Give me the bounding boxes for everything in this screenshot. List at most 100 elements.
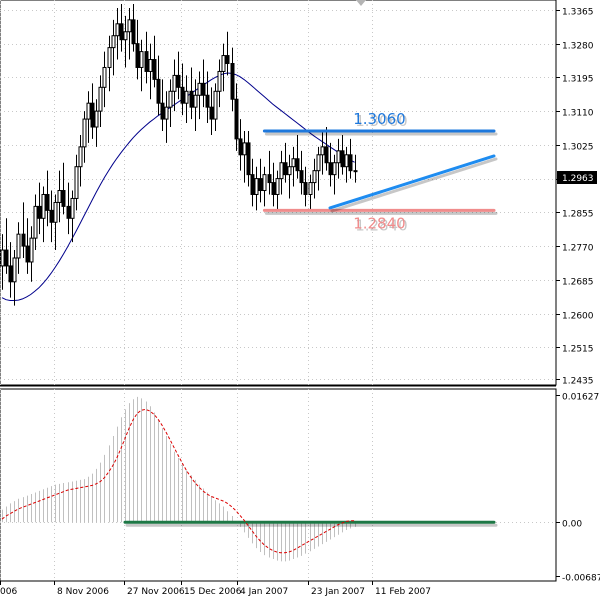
candle-body (0, 249, 5, 267)
candle-body (8, 265, 13, 283)
support-label: 1.2840 (353, 214, 406, 232)
candle-body (193, 94, 198, 108)
candle-body (61, 190, 66, 207)
candle-body (168, 90, 173, 108)
candle-body (184, 90, 189, 104)
candle-body (176, 74, 181, 88)
price-tick-label: 1.3110 (562, 109, 594, 119)
candle-body (262, 174, 267, 192)
candle-body (250, 174, 255, 195)
candle-body (152, 59, 157, 80)
candle-body (189, 90, 194, 108)
candle-body (21, 233, 26, 247)
candle-body (291, 158, 296, 168)
chart-canvas: 1.3060 1.3060 1.2840 1.2840 1.33651.3280… (0, 0, 600, 601)
candle-body (340, 150, 345, 168)
time-tick-label: 15 Dec 2006 (184, 587, 242, 597)
candle-body (221, 55, 226, 72)
candle-body (37, 205, 42, 219)
candle-body (308, 182, 313, 195)
chart-window: 1.3060 1.3060 1.2840 1.2840 1.3365 1.3280… (0, 0, 600, 601)
price-tick-label: 1.2685 (562, 278, 594, 288)
candle-body (160, 102, 165, 120)
candle-body (275, 178, 280, 195)
candle-body (41, 193, 46, 219)
candle-body (74, 166, 79, 199)
time-tick-label: 27 Nov 2006 (127, 587, 185, 597)
candle-body (336, 150, 341, 164)
candle-body (119, 23, 124, 41)
candle-body (78, 146, 83, 168)
candle-body (234, 98, 239, 140)
price-tick-label: 1.2855 (562, 210, 594, 220)
price-tick-label: 1.2770 (562, 244, 594, 254)
candle-body (66, 205, 71, 219)
candle-body (29, 237, 34, 263)
candle-body (107, 47, 112, 68)
candle-body (197, 82, 202, 96)
candle-body (144, 51, 149, 72)
candle-body (16, 233, 21, 259)
time-tick-label: 23 Jan 2007 (311, 587, 365, 597)
candle-body (316, 154, 321, 172)
candle-body (4, 249, 9, 267)
candle-body (303, 182, 308, 195)
candle-body (283, 162, 288, 176)
candle-body (70, 197, 75, 219)
candle-body (205, 94, 210, 108)
candle-body (242, 142, 247, 156)
candle-body (238, 138, 243, 156)
resistance-label: 1.3060 (353, 110, 406, 128)
candle-body (90, 102, 95, 128)
indicator-tick-label: 0.00 (562, 520, 582, 530)
price-tick-label: 1.2435 (562, 377, 594, 387)
time-tick-label: 8 Nov 2006 (57, 587, 109, 597)
candle-body (53, 201, 58, 223)
candle-body (213, 90, 218, 120)
candle-body (127, 19, 132, 33)
candle-body (98, 86, 103, 112)
time-tick-label: 11 Feb 2007 (375, 587, 431, 597)
current-price-marker: 1.2963 (557, 171, 597, 184)
candle-body (172, 74, 177, 92)
candle-body (320, 146, 325, 156)
candle-body (324, 146, 329, 164)
candle-body (164, 106, 169, 120)
candle-body (209, 106, 214, 120)
candle-body (33, 205, 38, 239)
candle-body (156, 78, 161, 104)
candle-body (57, 190, 62, 203)
candle-body (312, 170, 317, 184)
candle-body (267, 174, 272, 184)
candle-body (348, 154, 353, 172)
candle-body (180, 86, 185, 104)
price-tick-label: 1.2515 (562, 345, 594, 355)
candle-body (86, 102, 91, 120)
price-tick-label: 1.3025 (562, 143, 594, 153)
candle-body (225, 55, 230, 65)
zero-line (123, 520, 498, 527)
time-tick-label: 006 (0, 587, 17, 597)
candle-body (94, 110, 99, 128)
candle-body (123, 31, 128, 41)
indicator-tick-label: -0.00687 (562, 574, 600, 584)
candle-body (271, 182, 276, 195)
candle-body (12, 257, 17, 283)
candle-body (295, 158, 300, 172)
price-tick-label: 1.2600 (562, 312, 594, 322)
candle-body (344, 154, 349, 168)
candle-body (332, 162, 337, 176)
candle-body (258, 178, 263, 192)
candle-body (353, 170, 358, 173)
price-tick-label: 1.3195 (562, 75, 594, 85)
candle-body (135, 43, 140, 68)
candle-body (148, 59, 153, 72)
candle-body (49, 209, 54, 223)
price-tick-label: 1.3365 (562, 8, 594, 18)
candle-body (131, 19, 136, 45)
candle-body (111, 35, 116, 49)
candle-body (328, 162, 333, 176)
time-tick-label: 4 Jan 2007 (240, 587, 288, 597)
candle-body (287, 166, 292, 176)
chart-background (0, 0, 600, 601)
